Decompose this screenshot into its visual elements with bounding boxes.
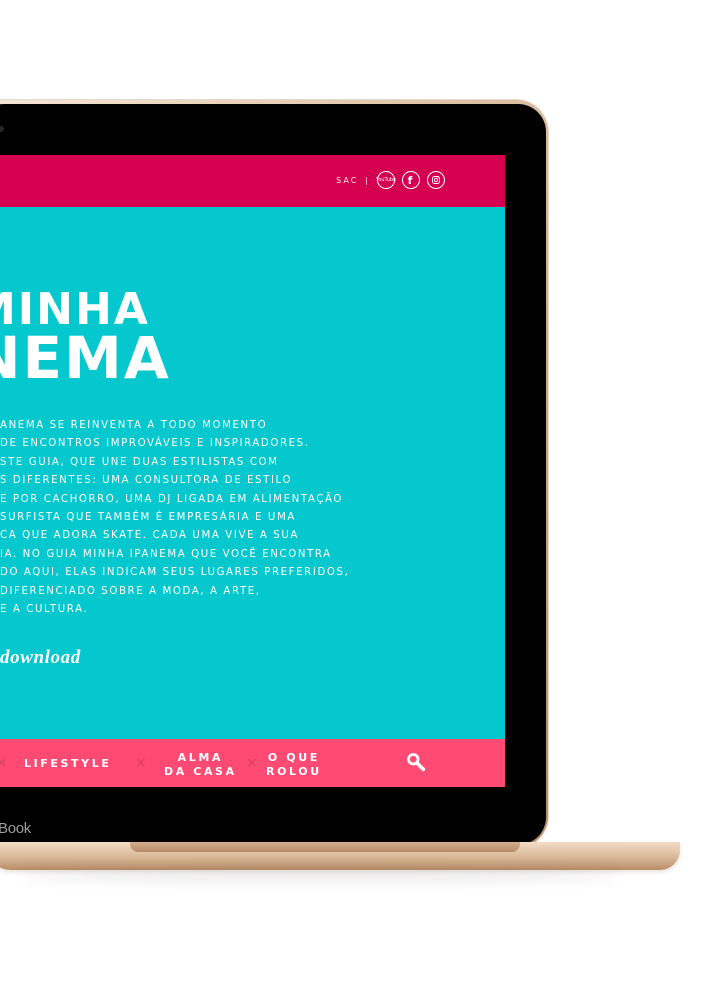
hero-title: MINHA NEMA xyxy=(0,288,171,392)
search-icon xyxy=(405,751,427,773)
top-divider: | xyxy=(365,175,370,185)
instagram-icon[interactable] xyxy=(427,171,445,189)
search-button[interactable] xyxy=(405,751,427,773)
laptop-shadow xyxy=(20,868,620,882)
youtube-icon[interactable]: You Tube xyxy=(376,171,397,189)
download-link[interactable]: download xyxy=(0,647,81,669)
intro-line-8: IA. NO GUIA MINHA IPANEMA QUE VOCÊ ENCON… xyxy=(0,548,332,560)
intro-line-3: STE GUIA, QUE UNE DUAS ESTILISTAS COM xyxy=(0,456,279,468)
intro-text: ANEMA SE REINVENTA A TODO MOMENTO DE ENC… xyxy=(0,417,455,619)
intro-line-5: E POR CACHORRO, UMA DJ LIGADA EM ALIMENT… xyxy=(0,493,343,505)
intro-line-2: DE ENCONTROS IMPROVÁVEIS E INSPIRADORES. xyxy=(0,438,310,450)
nav-rolou-line-1: O QUE xyxy=(267,751,320,764)
nav-lifestyle[interactable]: LIFESTYLE xyxy=(24,757,111,771)
intro-line-6: SURFISTA QUE TAMBÉM É EMPRESÁRIA E UMA xyxy=(0,512,296,524)
hero-title-line-2: NEMA xyxy=(0,323,171,392)
website-screen: SAC | You Tube f MINHA NEMA xyxy=(0,155,505,787)
top-actions: SAC | You Tube f xyxy=(336,171,445,189)
intro-line-11: E A CULTURA. xyxy=(0,604,89,616)
intro-line-1: ANEMA SE REINVENTA A TODO MOMENTO xyxy=(0,420,268,431)
laptop-mockup: SAC | You Tube f MINHA NEMA xyxy=(0,0,720,1000)
nav-separator-2: × xyxy=(135,755,147,771)
laptop-notch xyxy=(130,842,520,852)
intro-line-10: DIFERENCIADO SOBRE A MODA, A ARTE, xyxy=(0,585,261,597)
intro-line-9: DO AQUI, ELAS INDICAM SEUS LUGARES PREFE… xyxy=(0,567,350,579)
nav-separator-1: × xyxy=(0,755,8,771)
top-bar: SAC | You Tube f xyxy=(0,155,505,207)
sac-link[interactable]: SAC xyxy=(336,176,358,185)
intro-line-7: CA QUE ADORA SKATE. CADA UMA VIVE A SUA xyxy=(0,530,299,542)
nav-alma-line-1: ALMA xyxy=(177,751,224,764)
bottom-navigation: × LIFESTYLE × ALMA DA CASA × O QUE ROLOU xyxy=(0,739,505,787)
youtube-icon-bottom: Tube xyxy=(384,177,397,183)
nav-alma-line-2: DA CASA xyxy=(164,765,237,778)
nav-rolou-line-2: ROLOU xyxy=(266,765,322,778)
nav-o-que-rolou[interactable]: O QUE ROLOU xyxy=(266,751,322,779)
laptop-brand: Book xyxy=(0,820,31,837)
nav-alma-da-casa[interactable]: ALMA DA CASA xyxy=(164,751,237,779)
facebook-icon[interactable]: f xyxy=(402,171,420,189)
intro-line-4: S DIFERENTES: UMA CONSULTORA DE ESTILO xyxy=(0,475,293,487)
nav-separator-3: × xyxy=(246,755,258,771)
